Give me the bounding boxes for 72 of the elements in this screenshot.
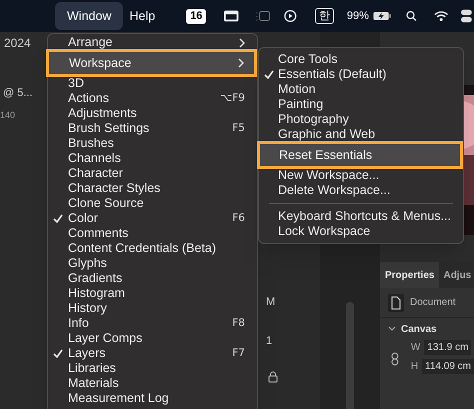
menu-item[interactable]: Glyphs xyxy=(48,256,257,271)
scrollbar[interactable] xyxy=(346,302,354,409)
menu-item[interactable]: Lock Workspace xyxy=(259,224,463,239)
menu-item[interactable]: Actions ⌥F9 xyxy=(48,91,257,106)
menu-item[interactable]: Channels xyxy=(48,151,257,166)
document-icon xyxy=(388,294,404,312)
control-center-icon[interactable] xyxy=(461,9,472,23)
menu-item[interactable]: Delete Workspace... xyxy=(259,183,463,198)
menu-item[interactable]: Layer Comps xyxy=(48,331,257,346)
panel-tab[interactable]: Properties xyxy=(380,262,440,288)
document-tab[interactable]: @ 5... xyxy=(3,84,33,102)
menu-item[interactable]: Brushes xyxy=(48,136,257,151)
app-title: 2024 xyxy=(4,35,31,52)
menu-item[interactable]: History xyxy=(48,301,257,316)
badge[interactable]: 16 xyxy=(186,8,206,24)
menu-item[interactable]: Comments xyxy=(48,226,257,241)
layer-label: M xyxy=(266,295,276,310)
menu-item[interactable]: Essentials (Default) xyxy=(259,67,463,82)
menu-item[interactable]: Measurement Log xyxy=(48,391,257,406)
menu-item[interactable]: 3D xyxy=(48,76,257,91)
menu-item[interactable]: Graphic and Web xyxy=(259,127,463,142)
shortcut-label: F7 xyxy=(232,346,245,361)
search-icon[interactable] xyxy=(406,10,417,22)
menu-item[interactable]: Photography xyxy=(259,112,463,127)
menu-item[interactable]: Keyboard Shortcuts & Menus... xyxy=(259,209,463,224)
field-label: W xyxy=(410,341,420,355)
shortcut-label: F5 xyxy=(232,120,245,136)
shortcut-label: F6 xyxy=(232,210,245,226)
menu-item[interactable]: Core Tools xyxy=(259,52,463,67)
chevron-right-icon xyxy=(239,38,245,48)
dimension-field[interactable]: 131.9 cm xyxy=(424,340,472,355)
shortcut-label: F8 xyxy=(232,316,245,331)
link-icon[interactable] xyxy=(391,352,399,366)
menu-item[interactable]: Character xyxy=(48,166,257,181)
menu-item[interactable]: Libraries xyxy=(48,361,257,376)
menu-item[interactable]: Motion xyxy=(259,82,463,97)
menu-item[interactable]: Character Styles xyxy=(48,181,257,196)
menu-item[interactable]: Painting xyxy=(259,97,463,112)
dimension-field[interactable]: 114.09 cm xyxy=(422,359,474,374)
lock-icon[interactable] xyxy=(268,371,278,383)
menu-item[interactable]: Gradients xyxy=(48,271,257,286)
layer-label: 1 xyxy=(266,334,272,348)
chevron-down-icon[interactable] xyxy=(388,326,396,332)
document-label: Document xyxy=(410,296,456,310)
ruler-label: 140 xyxy=(0,109,16,122)
battery-percent: 99% xyxy=(346,8,369,24)
menu-item[interactable]: Adjustments xyxy=(48,106,257,121)
menu-item[interactable]: Clone Source xyxy=(48,196,257,211)
menu-item[interactable]: Workspace xyxy=(46,49,257,77)
menu-bar-item[interactable]: Help xyxy=(123,2,162,30)
sidebar-icon[interactable] xyxy=(256,10,270,22)
chevron-right-icon xyxy=(238,58,244,68)
menu-item[interactable]: New Workspace... xyxy=(259,168,463,183)
wifi-icon[interactable] xyxy=(434,10,448,22)
menu-item[interactable]: Layers F7 xyxy=(48,346,257,361)
menu-item[interactable]: Materials xyxy=(48,376,257,391)
input-source[interactable]: 한 xyxy=(314,8,334,24)
field-label: H xyxy=(410,360,418,374)
menu-item[interactable]: Info F8 xyxy=(48,316,257,331)
menu-item[interactable]: Content Credentials (Beta) xyxy=(48,241,257,256)
menu-bar-item[interactable]: Window xyxy=(55,2,124,30)
play-icon[interactable] xyxy=(284,9,297,23)
section-title: Canvas xyxy=(401,322,437,336)
panel-tab[interactable]: Adjus xyxy=(439,262,474,288)
menu-item[interactable]: Brush Settings F5 xyxy=(48,121,257,136)
shortcut-label: ⌥F9 xyxy=(220,90,245,106)
battery-icon[interactable] xyxy=(372,11,391,21)
menu-item[interactable]: Arrange xyxy=(48,35,257,50)
menu-item[interactable]: Histogram xyxy=(48,286,257,301)
window-icon[interactable] xyxy=(224,10,239,22)
menu-item[interactable]: Reset Essentials xyxy=(257,141,463,169)
menu-item[interactable]: Color F6 xyxy=(48,211,257,226)
